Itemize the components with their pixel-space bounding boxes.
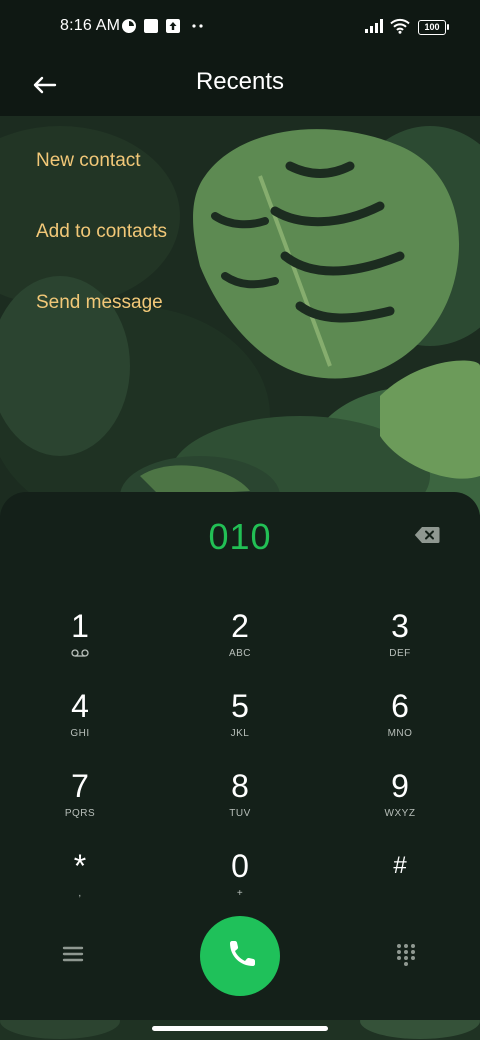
action-list: New contact Add to contacts Send message <box>36 148 167 361</box>
key-letters: ABC <box>228 648 252 659</box>
key-letters: GHI <box>70 728 90 739</box>
page-title: Recents <box>195 68 285 95</box>
back-arrow-icon[interactable] <box>28 68 62 102</box>
key-digit: 1 <box>71 608 89 644</box>
dialpad-icon[interactable] <box>394 942 418 966</box>
key-letters: TUV <box>229 808 251 819</box>
key-1[interactable]: 1 <box>20 608 140 678</box>
key-letters: DEF <box>389 648 411 659</box>
key-5[interactable]: 5 JKL <box>180 688 300 758</box>
key-digit: # <box>393 852 407 879</box>
key-7[interactable]: 7 PQRS <box>20 768 140 838</box>
status-time: 8:16 AM <box>60 17 121 34</box>
key-hash[interactable]: # <box>340 848 460 918</box>
key-digit: 9 <box>391 768 409 804</box>
menu-icon[interactable] <box>61 942 85 966</box>
key-digit: 0 <box>231 848 249 884</box>
header: Recents <box>0 56 480 116</box>
key-8[interactable]: 8 TUV <box>180 768 300 838</box>
key-3[interactable]: 3 DEF <box>340 608 460 678</box>
key-digit: 3 <box>391 608 409 644</box>
call-button[interactable] <box>200 916 280 996</box>
add-to-contacts-action[interactable]: Add to contacts <box>36 219 167 290</box>
key-digit: 6 <box>391 688 409 724</box>
key-0[interactable]: 0 + <box>180 848 300 918</box>
key-letters: PQRS <box>64 808 96 819</box>
more-dots-icon <box>192 24 203 28</box>
key-letters: WXYZ <box>384 808 416 819</box>
battery-icon: 100 <box>418 20 449 35</box>
key-letters: , <box>78 888 82 899</box>
key-letters: JKL <box>230 728 250 739</box>
key-2[interactable]: 2 ABC <box>180 608 300 678</box>
key-digit: 4 <box>71 688 89 724</box>
phone-icon <box>230 941 255 966</box>
key-4[interactable]: 4 GHI <box>20 688 140 758</box>
key-digit: 2 <box>231 608 249 644</box>
app-notification-icon <box>122 19 136 33</box>
key-digit: * <box>73 848 87 884</box>
wifi-icon <box>390 18 410 34</box>
key-digit: 8 <box>231 768 249 804</box>
key-letters: + <box>236 888 244 899</box>
upload-icon <box>166 19 180 33</box>
key-digit: 5 <box>231 688 249 724</box>
send-message-action[interactable]: Send message <box>36 290 167 361</box>
dialer-panel: 010 1 2 ABC 3 DEF 4 GHI 5 JKL 6 MNO 7 PQ… <box>0 492 480 1020</box>
key-9[interactable]: 9 WXYZ <box>340 768 460 838</box>
status-bar: 8:16 AM 100 <box>0 0 480 56</box>
signal-icon <box>365 19 383 33</box>
backspace-icon[interactable] <box>414 526 440 544</box>
home-indicator[interactable] <box>152 1026 328 1031</box>
key-star[interactable]: * , <box>20 848 140 918</box>
key-digit: 7 <box>71 768 89 804</box>
new-contact-action[interactable]: New contact <box>36 148 167 219</box>
key-letters <box>340 888 460 900</box>
key-letters: MNO <box>387 728 413 739</box>
dialed-number: 010 <box>208 516 272 557</box>
voicemail-icon <box>20 648 140 661</box>
key-6[interactable]: 6 MNO <box>340 688 460 758</box>
square-notification-icon <box>144 19 158 33</box>
